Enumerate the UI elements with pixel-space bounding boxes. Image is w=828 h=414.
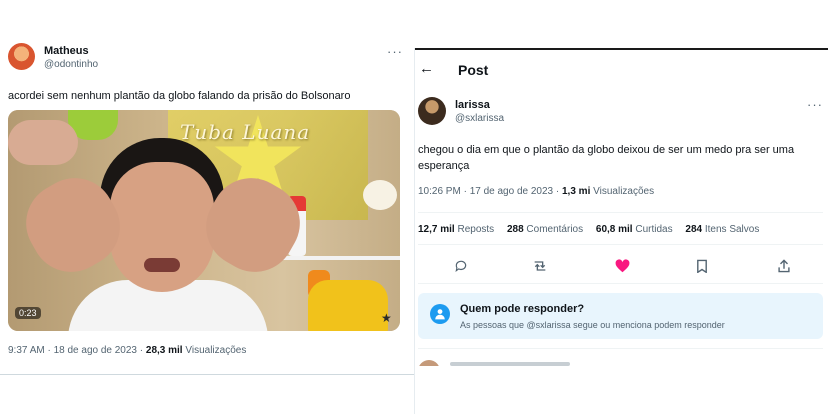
views-count: 1,3 mi: [562, 186, 591, 197]
video-lamp: [363, 180, 397, 210]
video-poster-text: Tuba Luana: [180, 120, 311, 144]
post-timestamp[interactable]: 9:37 AM · 18 de ago de 2023 ·: [8, 345, 146, 356]
post-timestamp[interactable]: 10:26 PM · 17 de ago de 2023 ·: [418, 186, 562, 197]
divider: [418, 212, 823, 213]
video-player[interactable]: Tuba Luana 0:23 ★: [8, 110, 400, 331]
saves-stat[interactable]: 284 Itens Salvos: [685, 224, 759, 235]
video-face: [110, 162, 214, 292]
divider: [0, 374, 414, 375]
video-shelf: [278, 256, 400, 260]
likes-stat[interactable]: 60,8 mil Curtidas: [596, 224, 673, 235]
views-label: Visualizações: [590, 186, 655, 197]
share-icon[interactable]: [775, 257, 793, 275]
repost-icon[interactable]: [531, 257, 549, 275]
divider: [418, 348, 823, 349]
avatar[interactable]: [8, 43, 35, 70]
left-post: Matheus @odontinho ··· acordei sem nenhu…: [0, 32, 414, 377]
reposts-stat[interactable]: 12,7 mil Reposts: [418, 224, 494, 235]
user-handle[interactable]: @odontinho: [44, 59, 98, 70]
video-mouth: [144, 258, 180, 272]
action-bar: [418, 254, 823, 278]
post-text: chegou o dia em que o plantão da globo d…: [418, 144, 795, 172]
reply-icon[interactable]: [452, 257, 470, 275]
comments-stat[interactable]: 288 Comentários: [507, 224, 583, 235]
post-text: acordei sem nenhum plantão da globo fala…: [8, 90, 351, 102]
reply-restriction-title: Quem pode responder?: [460, 303, 585, 315]
page-title: Post: [458, 62, 489, 78]
post-meta: 10:26 PM · 17 de ago de 2023 · 1,3 mi Vi…: [418, 186, 654, 197]
reply-restriction-notice: Quem pode responder? As pessoas que @sxl…: [418, 293, 823, 339]
reply-restriction-text: As pessoas que @sxlarissa segue ou menci…: [460, 320, 725, 330]
divider: [415, 48, 828, 50]
video-hand: [8, 120, 78, 165]
more-options-icon[interactable]: ···: [387, 44, 403, 59]
video-duration: 0:23: [15, 307, 41, 319]
reply-preview-text: [450, 362, 570, 366]
user-name[interactable]: Matheus: [44, 45, 89, 57]
more-options-icon[interactable]: ···: [807, 97, 823, 112]
divider: [418, 283, 823, 284]
views-label: Visualizações: [182, 345, 247, 356]
user-icon: [430, 304, 450, 324]
right-post: ← Post larissa @sxlarissa ··· chegou o d…: [414, 48, 828, 414]
post-meta: 9:37 AM · 18 de ago de 2023 · 28,3 mil V…: [8, 345, 246, 356]
avatar: [418, 360, 440, 366]
video-yellow-bag: [308, 280, 388, 331]
divider: [418, 244, 823, 245]
bookmark-icon[interactable]: [693, 257, 711, 275]
arrow-left-icon[interactable]: ←: [419, 60, 434, 77]
next-reply-preview[interactable]: [418, 354, 618, 366]
views-count: 28,3 mil: [145, 345, 183, 356]
user-name[interactable]: larissa: [455, 99, 490, 111]
user-handle[interactable]: @sxlarissa: [455, 113, 504, 124]
post-stats: 12,7 mil Reposts 288 Comentários 60,8 mi…: [418, 224, 769, 235]
avatar[interactable]: [418, 97, 446, 125]
star-icon: ★: [381, 311, 392, 325]
like-icon[interactable]: [613, 257, 631, 275]
